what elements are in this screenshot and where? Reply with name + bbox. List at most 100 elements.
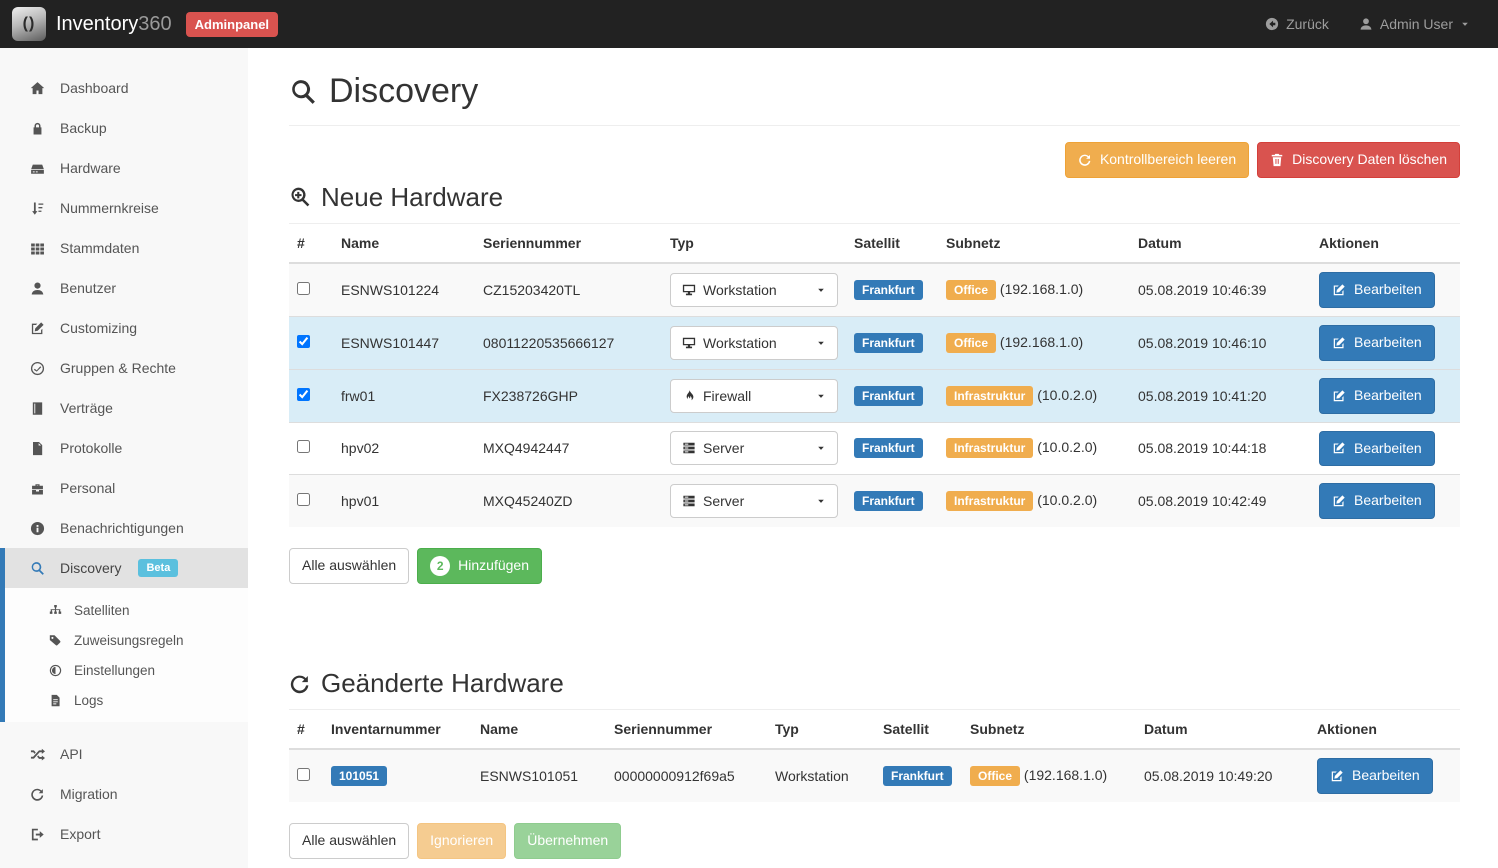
- cell-name: ESNWS101051: [472, 749, 606, 802]
- beta-badge: Beta: [138, 559, 178, 577]
- sidebar-item-discovery[interactable]: Discovery Beta: [0, 548, 248, 588]
- sidebar-item-dashboard[interactable]: Dashboard: [0, 68, 248, 108]
- caret-down-icon: [816, 496, 826, 506]
- pencil-square-icon: [1332, 441, 1346, 455]
- row-checkbox[interactable]: [297, 768, 310, 781]
- cell-date: 05.08.2019 10:46:10: [1130, 316, 1311, 369]
- sidebar-item-logs[interactable]: Logs: [5, 685, 248, 715]
- sidebar-item-hardware[interactable]: Hardware: [0, 148, 248, 188]
- subnet-badge: Infrastruktur: [946, 491, 1033, 511]
- pencil-square-icon: [1332, 389, 1346, 403]
- sidebar-item-einstellungen[interactable]: Einstellungen: [5, 655, 248, 685]
- geaenderte-hardware-table: # Inventarnummer Name Seriennummer Typ S…: [289, 710, 1460, 802]
- sidebar-item-benachrichtigungen[interactable]: Benachrichtigungen: [0, 508, 248, 548]
- delete-discovery-data-button[interactable]: Discovery Daten löschen: [1257, 142, 1460, 178]
- sidebar-item-label: API: [60, 746, 83, 762]
- sidebar-item-update[interactable]: Update: [0, 854, 248, 868]
- sidebar-item-label: Export: [60, 826, 100, 842]
- page-title: Discovery: [289, 72, 1460, 111]
- edit-button[interactable]: Bearbeiten: [1319, 325, 1435, 361]
- geaenderte-hardware-actions: Alle auswählen Ignorieren Übernehmen: [289, 823, 1460, 859]
- sidebar-item-satelliten[interactable]: Satelliten: [5, 595, 248, 625]
- sidebar-item-zuweisungsregeln[interactable]: Zuweisungsregeln: [5, 625, 248, 655]
- column-header: Typ: [662, 224, 846, 263]
- row-checkbox[interactable]: [297, 388, 310, 401]
- edit-button[interactable]: Bearbeiten: [1319, 483, 1435, 519]
- row-checkbox[interactable]: [297, 493, 310, 506]
- sidebar-item-export[interactable]: Export: [0, 814, 248, 854]
- sidebar-item-stammdaten[interactable]: Stammdaten: [0, 228, 248, 268]
- server-icon: [682, 441, 696, 455]
- sitemap-icon: [49, 604, 62, 617]
- sidebar-item-api[interactable]: API: [0, 734, 248, 774]
- edit-button[interactable]: Bearbeiten: [1319, 272, 1435, 308]
- desktop-icon: [682, 283, 696, 297]
- edit-button[interactable]: Bearbeiten: [1319, 378, 1435, 414]
- satellite-badge: Frankfurt: [854, 386, 923, 406]
- cell-date: 05.08.2019 10:49:20: [1136, 749, 1309, 802]
- brand[interactable]: () Inventory360 Adminpanel: [12, 7, 278, 41]
- sidebar-item-protokolle[interactable]: Protokolle: [0, 428, 248, 468]
- tags-icon: [49, 634, 62, 647]
- row-checkbox[interactable]: [297, 440, 310, 453]
- sidebar-item-label: Zuweisungsregeln: [74, 633, 184, 648]
- column-header: Name: [472, 710, 606, 749]
- sidebar-item-benutzer[interactable]: Benutzer: [0, 268, 248, 308]
- edit-button[interactable]: Bearbeiten: [1319, 431, 1435, 467]
- row-checkbox[interactable]: [297, 282, 310, 295]
- user-menu[interactable]: Admin User: [1359, 16, 1470, 32]
- type-select[interactable]: Workstation: [670, 273, 838, 307]
- sidebar-item-label: Hardware: [60, 160, 121, 176]
- cell-date: 05.08.2019 10:46:39: [1130, 263, 1311, 316]
- subnet-badge: Infrastruktur: [946, 386, 1033, 406]
- cell-name: ESNWS101224: [333, 263, 475, 316]
- sidebar-item-migration[interactable]: Migration: [0, 774, 248, 814]
- sidebar-item-backup[interactable]: Backup: [0, 108, 248, 148]
- select-all-button[interactable]: Alle auswählen: [289, 548, 409, 584]
- type-select[interactable]: Workstation: [670, 326, 838, 360]
- sidebar: Dashboard Backup Hardware Nummernkreise …: [0, 48, 248, 868]
- row-checkbox[interactable]: [297, 335, 310, 348]
- type-select[interactable]: Firewall: [670, 379, 838, 413]
- cell-serial: FX238726GHP: [475, 369, 662, 422]
- sidebar-item-label: Benutzer: [60, 280, 116, 296]
- user-menu-label: Admin User: [1380, 16, 1453, 32]
- random-icon: [30, 747, 45, 762]
- grid-icon: [30, 241, 45, 256]
- desktop-icon: [682, 336, 696, 350]
- satellite-badge: Frankfurt: [854, 438, 923, 458]
- refresh-icon: [1078, 153, 1092, 167]
- cell-date: 05.08.2019 10:42:49: [1130, 475, 1311, 527]
- select-all-button[interactable]: Alle auswählen: [289, 823, 409, 859]
- type-select[interactable]: Server: [670, 431, 838, 465]
- column-header: Aktionen: [1309, 710, 1460, 749]
- back-link[interactable]: Zurück: [1265, 16, 1329, 32]
- inventory-number-badge: 101051: [331, 766, 387, 786]
- caret-down-icon: [816, 338, 826, 348]
- edit-button[interactable]: Bearbeiten: [1317, 758, 1433, 794]
- fire-icon: [682, 389, 696, 403]
- sidebar-item-label: Backup: [60, 120, 107, 136]
- search-icon: [30, 561, 45, 576]
- navbar-right: Zurück Admin User: [1265, 16, 1470, 32]
- file-text-icon: [49, 694, 62, 707]
- type-select[interactable]: Server: [670, 484, 838, 518]
- info-circle-icon: [30, 521, 45, 536]
- table-row: hpv01 MXQ45240ZD Server Frankfurt Infras…: [289, 475, 1460, 527]
- sidebar-item-vertraege[interactable]: Verträge: [0, 388, 248, 428]
- pencil-square-icon: [1332, 494, 1346, 508]
- sidebar-item-label: Stammdaten: [60, 240, 139, 256]
- add-button[interactable]: 2 Hinzufügen: [417, 548, 542, 584]
- sidebar-item-customizing[interactable]: Customizing: [0, 308, 248, 348]
- sidebar-item-label: Migration: [60, 786, 118, 802]
- clear-control-button[interactable]: Kontrollbereich leeren: [1065, 142, 1249, 178]
- sidebar-item-personal[interactable]: Personal: [0, 468, 248, 508]
- column-header: Datum: [1136, 710, 1309, 749]
- sidebar-item-gruppen-rechte[interactable]: Gruppen & Rechte: [0, 348, 248, 388]
- server-icon: [682, 494, 696, 508]
- cell-serial: 00000000912f69a5: [606, 749, 767, 802]
- apply-button[interactable]: Übernehmen: [514, 823, 621, 859]
- sidebar-item-nummernkreise[interactable]: Nummernkreise: [0, 188, 248, 228]
- ignore-button[interactable]: Ignorieren: [417, 823, 506, 859]
- column-header: Typ: [767, 710, 875, 749]
